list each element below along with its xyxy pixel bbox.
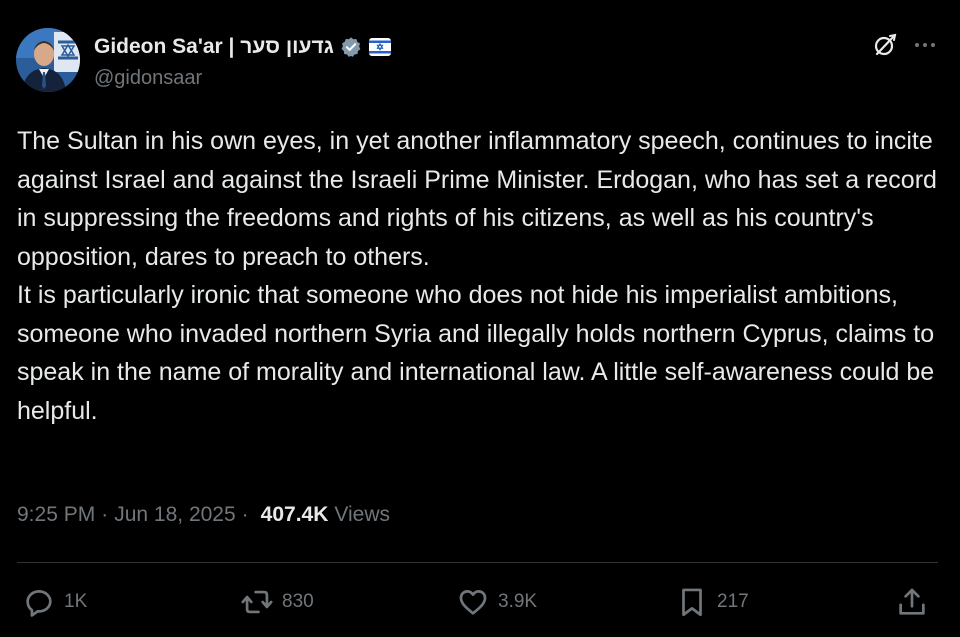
- repost-count: 830: [282, 591, 314, 612]
- israel-flag-badge-icon[interactable]: [368, 36, 392, 58]
- more-icon[interactable]: [912, 32, 938, 63]
- reply-icon: [22, 585, 56, 619]
- repost-button[interactable]: 830: [240, 584, 314, 620]
- meta-separator: ·: [241, 503, 249, 526]
- action-bar: 1K 830 3.9K 217: [0, 584, 960, 620]
- tweet-header: Gideon Sa'ar | גדעון סער @gidonsaar: [94, 34, 392, 90]
- author-handle[interactable]: @gidonsaar: [94, 67, 392, 90]
- divider: [17, 562, 938, 563]
- grok-icon[interactable]: [872, 32, 898, 63]
- reply-count: 1K: [64, 591, 88, 612]
- like-count: 3.9K: [498, 591, 538, 612]
- like-icon: [456, 585, 490, 619]
- like-button[interactable]: 3.9K: [456, 584, 537, 620]
- tweet-meta: 9:25 PM · Jun 18, 2025 · 407.4K Views: [17, 503, 390, 527]
- tweet-date[interactable]: Jun 18, 2025: [114, 503, 235, 527]
- views-label[interactable]: Views: [334, 503, 390, 527]
- tweet-paragraph: The Sultan in his own eyes, in yet anoth…: [17, 127, 937, 271]
- tweet-time[interactable]: 9:25 PM: [17, 503, 95, 527]
- share-icon: [895, 585, 929, 619]
- verified-badge-icon[interactable]: [340, 36, 362, 58]
- bookmark-icon: [675, 585, 709, 619]
- bookmark-button[interactable]: 217: [675, 584, 749, 620]
- tweet-text: The Sultan in his own eyes, in yet anoth…: [17, 122, 947, 430]
- tweet-paragraph: It is particularly ironic that someone w…: [17, 281, 935, 425]
- reply-button[interactable]: 1K: [22, 584, 87, 620]
- bookmark-count: 217: [717, 591, 749, 612]
- avatar[interactable]: [16, 28, 80, 92]
- share-button[interactable]: [895, 584, 929, 620]
- meta-separator: ·: [101, 503, 109, 526]
- views-count[interactable]: 407.4K: [261, 503, 329, 527]
- author-name-row: Gideon Sa'ar | גדעון סער: [94, 34, 392, 60]
- tweet: Gideon Sa'ar | גדעון סער @gidonsaar The …: [0, 0, 960, 637]
- tweet-top-actions: [872, 32, 938, 63]
- repost-icon: [240, 585, 274, 619]
- author-name[interactable]: Gideon Sa'ar | גדעון סער: [94, 35, 334, 59]
